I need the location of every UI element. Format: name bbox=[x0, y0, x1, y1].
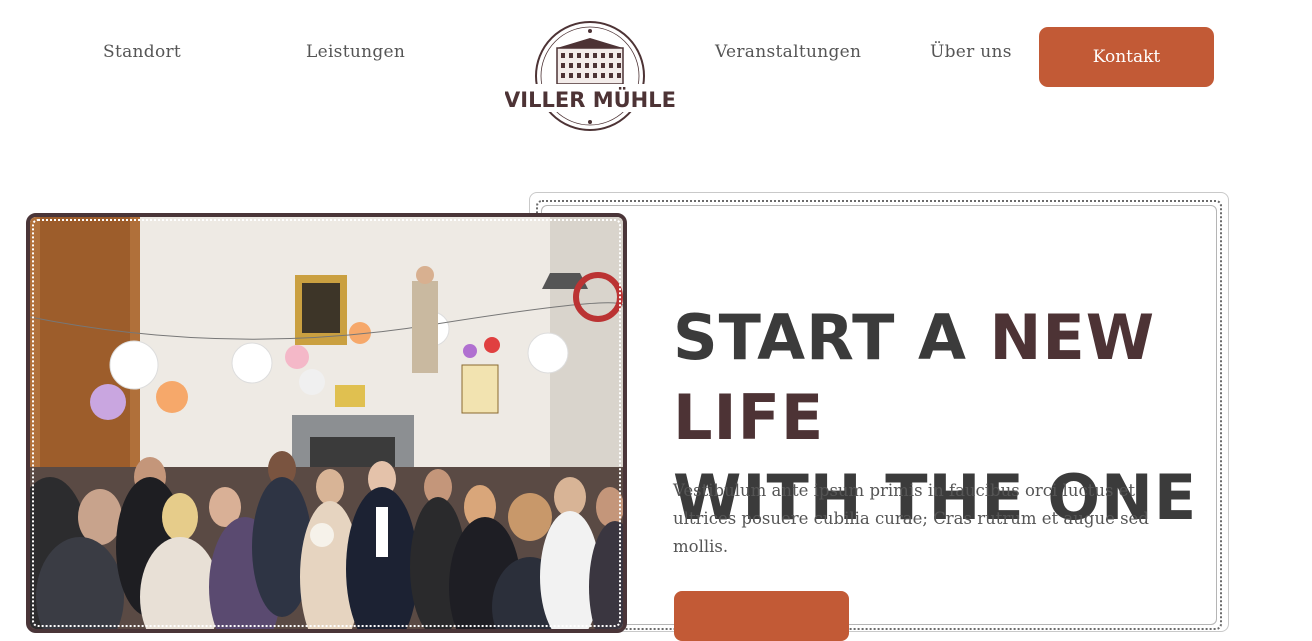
nav-veranstaltungen[interactable]: Veranstaltungen bbox=[715, 42, 861, 62]
hero-body-text: Vestibulum ante ipsum primis in faucibus… bbox=[673, 481, 1149, 556]
logo-text: VILLER MÜHLE bbox=[505, 87, 675, 112]
nav-standort[interactable]: Standort bbox=[103, 42, 181, 62]
headline-part1: START A bbox=[673, 301, 990, 374]
site-logo[interactable]: VILLER MÜHLE bbox=[504, 18, 676, 138]
hero-image bbox=[26, 213, 627, 633]
nav-ueber-uns[interactable]: Über uns bbox=[930, 42, 1012, 62]
kontakt-button[interactable]: Kontakt bbox=[1039, 27, 1214, 87]
nav-leistungen[interactable]: Leistungen bbox=[306, 42, 405, 62]
hero-cta-button[interactable] bbox=[674, 591, 849, 641]
